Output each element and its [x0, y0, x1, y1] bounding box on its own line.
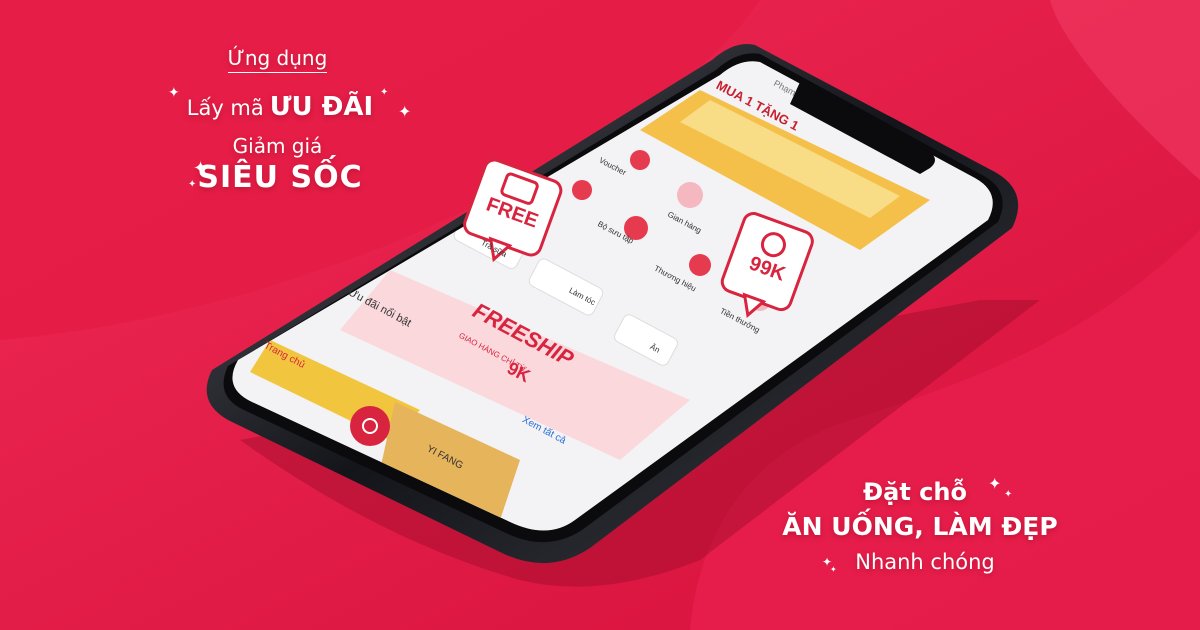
- headline-super-shock: SIÊU SỐC: [197, 160, 363, 195]
- headline-get-code: Lấy mã ƯU ĐÃI: [186, 92, 374, 122]
- headline-app: Ứng dụng: [190, 46, 365, 73]
- sparkle-icon: ✦: [193, 158, 209, 179]
- sparkle-icon: ✦: [988, 474, 1002, 493]
- headline-discount: Giảm giá: [232, 134, 323, 158]
- sparkle-icon: ✦: [188, 179, 197, 190]
- sparkle-icon: ✦: [380, 87, 389, 98]
- sparkle-icon: ✦: [168, 85, 180, 101]
- sparkle-icon: ✦: [1004, 489, 1013, 500]
- headline-fast: Nhanh chóng: [855, 550, 995, 574]
- headline-booking: Đặt chỗ: [863, 478, 967, 506]
- headline-food-beauty: ĂN UỐNG, LÀM ĐẸP: [782, 512, 1058, 541]
- sparkle-icon: ✦: [830, 565, 837, 574]
- sparkle-icon: ✦: [398, 102, 412, 121]
